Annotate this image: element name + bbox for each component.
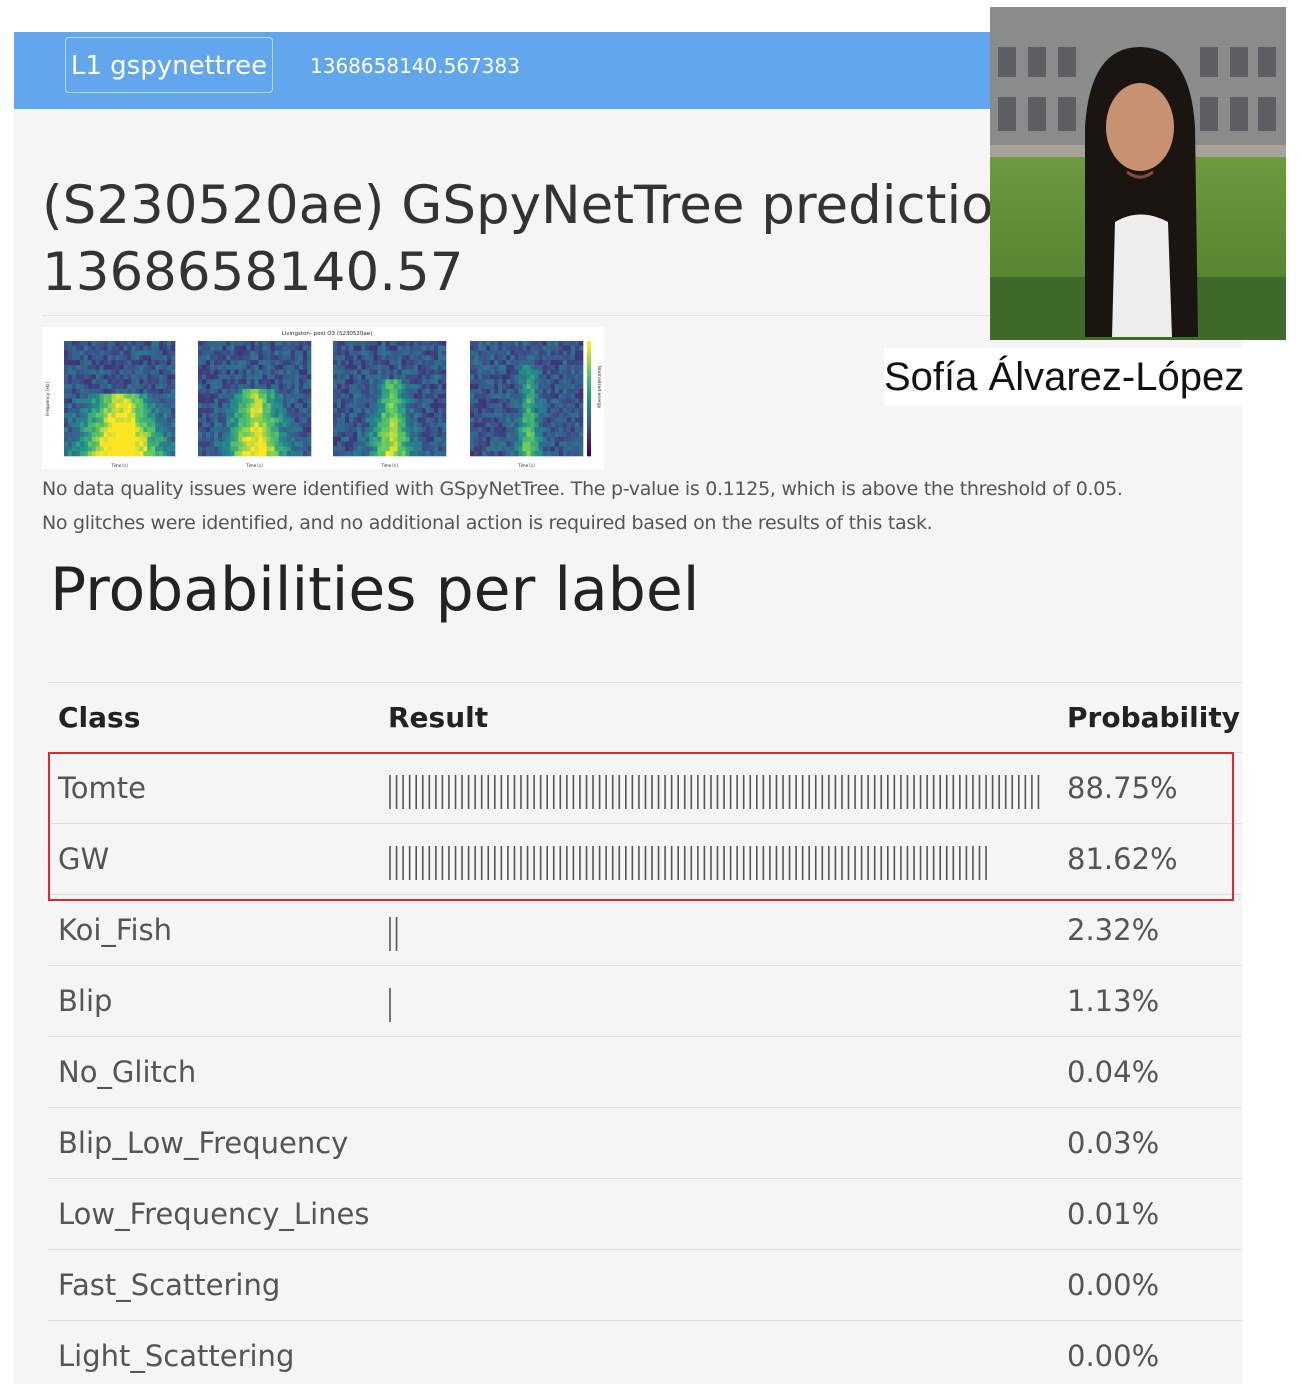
cell-probability: 2.32% (1067, 913, 1160, 947)
spectrogram-xlabel: Time [s] (245, 463, 263, 468)
spectrogram-figure: Livingston- post O3 (S230520ae) Frequenc… (42, 327, 604, 469)
cell-class: GW (58, 842, 110, 876)
result-bar (389, 988, 396, 1022)
cell-probability: 88.75% (1067, 771, 1178, 805)
title-divider (42, 315, 1042, 316)
person-name: Sofía Álvarez-López (884, 348, 1245, 406)
cell-class: Low_Frequency_Lines (58, 1197, 370, 1231)
table-row: Koi_Fish 2.32% (48, 894, 1242, 965)
result-bar (389, 775, 1044, 809)
brand-button[interactable]: L1 gspynettree (65, 37, 273, 93)
cell-probability: 1.13% (1067, 984, 1160, 1018)
summary-text-2: No glitches were identified, and no addi… (42, 512, 933, 534)
table-row: Fast_Scattering 0.00% (48, 1249, 1242, 1320)
spectrogram-xlabel: Time [s] (517, 463, 535, 468)
spectrogram-xlabel: Time [s] (380, 463, 398, 468)
summary-text-1: No data quality issues were identified w… (42, 478, 1123, 500)
table-row: Blip 1.13% (48, 965, 1242, 1036)
cell-probability: 81.62% (1067, 842, 1178, 876)
table-row: Low_Frequency_Lines 0.01% (48, 1178, 1242, 1249)
cell-class: Blip_Low_Frequency (58, 1126, 349, 1160)
cell-probability: 0.01% (1067, 1197, 1160, 1231)
cell-class: No_Glitch (58, 1055, 197, 1089)
table-row: Light_Scattering 0.00% (48, 1320, 1242, 1384)
cell-class: Koi_Fish (58, 913, 172, 947)
column-header-probability: Probability (1067, 701, 1240, 734)
cell-class: Fast_Scattering (58, 1268, 281, 1302)
table-row: GW 81.62% (48, 823, 1242, 894)
result-bar (389, 917, 403, 951)
spectrogram-colorbar-label: Normalized energy (596, 366, 602, 409)
cell-class: Tomte (58, 771, 146, 805)
cell-probability: 0.00% (1067, 1339, 1160, 1373)
spectrogram-ylabel: Frequency [Hz] (45, 382, 51, 416)
result-bar (389, 846, 992, 880)
spectrogram-panels: Time [s] Time [s] Time [s] Time [s] (64, 341, 591, 468)
person-photo (990, 7, 1286, 340)
table-top-rule (48, 682, 1242, 683)
cell-class: Blip (58, 984, 113, 1018)
spectrogram-title: Livingston- post O3 (S230520ae) (282, 331, 373, 337)
table-row: Tomte 88.75% (48, 752, 1242, 823)
cell-probability: 0.03% (1067, 1126, 1160, 1160)
column-header-class: Class (58, 701, 141, 734)
spectrogram-xlabel: Time [s] (110, 463, 128, 468)
table-row: Blip_Low_Frequency 0.03% (48, 1107, 1242, 1178)
section-title: Probabilities per label (50, 555, 700, 625)
navbar-timestamp: 1368658140.567383 (310, 54, 520, 78)
column-header-result: Result (388, 701, 489, 734)
cell-class: Light_Scattering (58, 1339, 295, 1373)
table-row: No_Glitch 0.04% (48, 1036, 1242, 1107)
cell-probability: 0.04% (1067, 1055, 1160, 1089)
cell-probability: 0.00% (1067, 1268, 1160, 1302)
